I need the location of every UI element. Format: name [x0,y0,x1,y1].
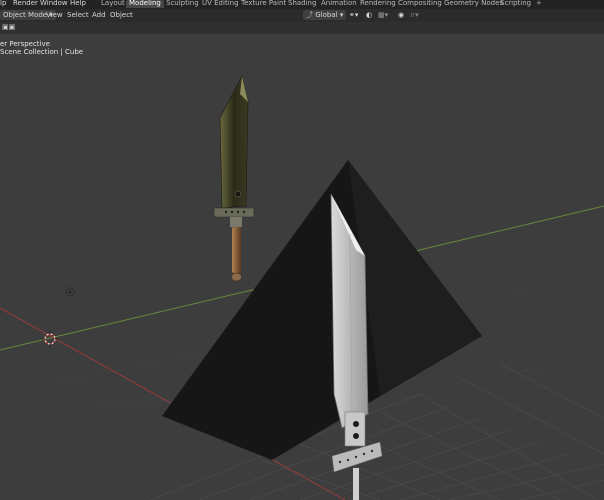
collection-label: Scene Collection | Cube [0,48,84,56]
top-bar: lp Render Window Help Layout Modeling Sc… [0,0,604,9]
3d-viewport[interactable]: er Perspective Scene Collection | Cube [0,34,604,500]
menu-help[interactable]: Help [70,0,86,9]
menu-file[interactable]: lp [0,0,6,9]
light-icon [65,287,75,297]
proportional-edit-icon[interactable]: ◉ [398,10,404,20]
viewport-header: Object Mode ▾ View Select Add Object ⤴ G… [0,9,604,22]
proportional-falloff-icon[interactable]: ∩▾ [410,10,419,20]
orientation-label: Global [315,11,338,19]
menu-object[interactable]: Object [110,10,133,20]
tab-modeling[interactable]: Modeling [126,0,164,8]
dark-sword-model [213,75,255,282]
chevron-down-icon: ▾ [339,11,344,19]
menu-select[interactable]: Select [67,10,89,20]
tool-icon[interactable]: ▣▣ [2,22,15,32]
tab-scripting[interactable]: Scripting [500,0,531,8]
viewport-canvas[interactable] [0,34,604,500]
tab-sculpting[interactable]: Sculpting [166,0,199,8]
add-workspace-icon[interactable]: + [536,0,542,8]
mode-label: Object Mode [3,11,48,19]
tab-animation[interactable]: Animation [321,0,357,8]
tab-geometry-nodes[interactable]: Geometry Nodes [444,0,503,8]
menu-add[interactable]: Add [92,10,106,20]
snap-target-icon[interactable]: ▦▾ [378,10,388,20]
tab-uv-editing[interactable]: UV Editing [202,0,239,8]
tab-compositing[interactable]: Compositing [398,0,442,8]
tab-shading[interactable]: Shading [288,0,316,8]
orientation-axes-icon: ⤴ [306,11,313,19]
tool-header: ▣▣ [0,22,604,34]
view-name-label: er Perspective [0,40,50,48]
snap-icon[interactable]: ◐ [366,10,372,20]
menu-render[interactable]: Render [13,0,38,9]
tab-rendering[interactable]: Rendering [360,0,396,8]
tab-layout[interactable]: Layout [101,0,125,8]
menu-view[interactable]: View [46,10,63,20]
transform-orientation-selector[interactable]: ⤴ Global ▾ [303,10,347,20]
transform-pivot-icon[interactable]: ⚭▾ [349,10,358,20]
tab-texture-paint[interactable]: Texture Paint [241,0,286,8]
menu-window[interactable]: Window [40,0,68,9]
